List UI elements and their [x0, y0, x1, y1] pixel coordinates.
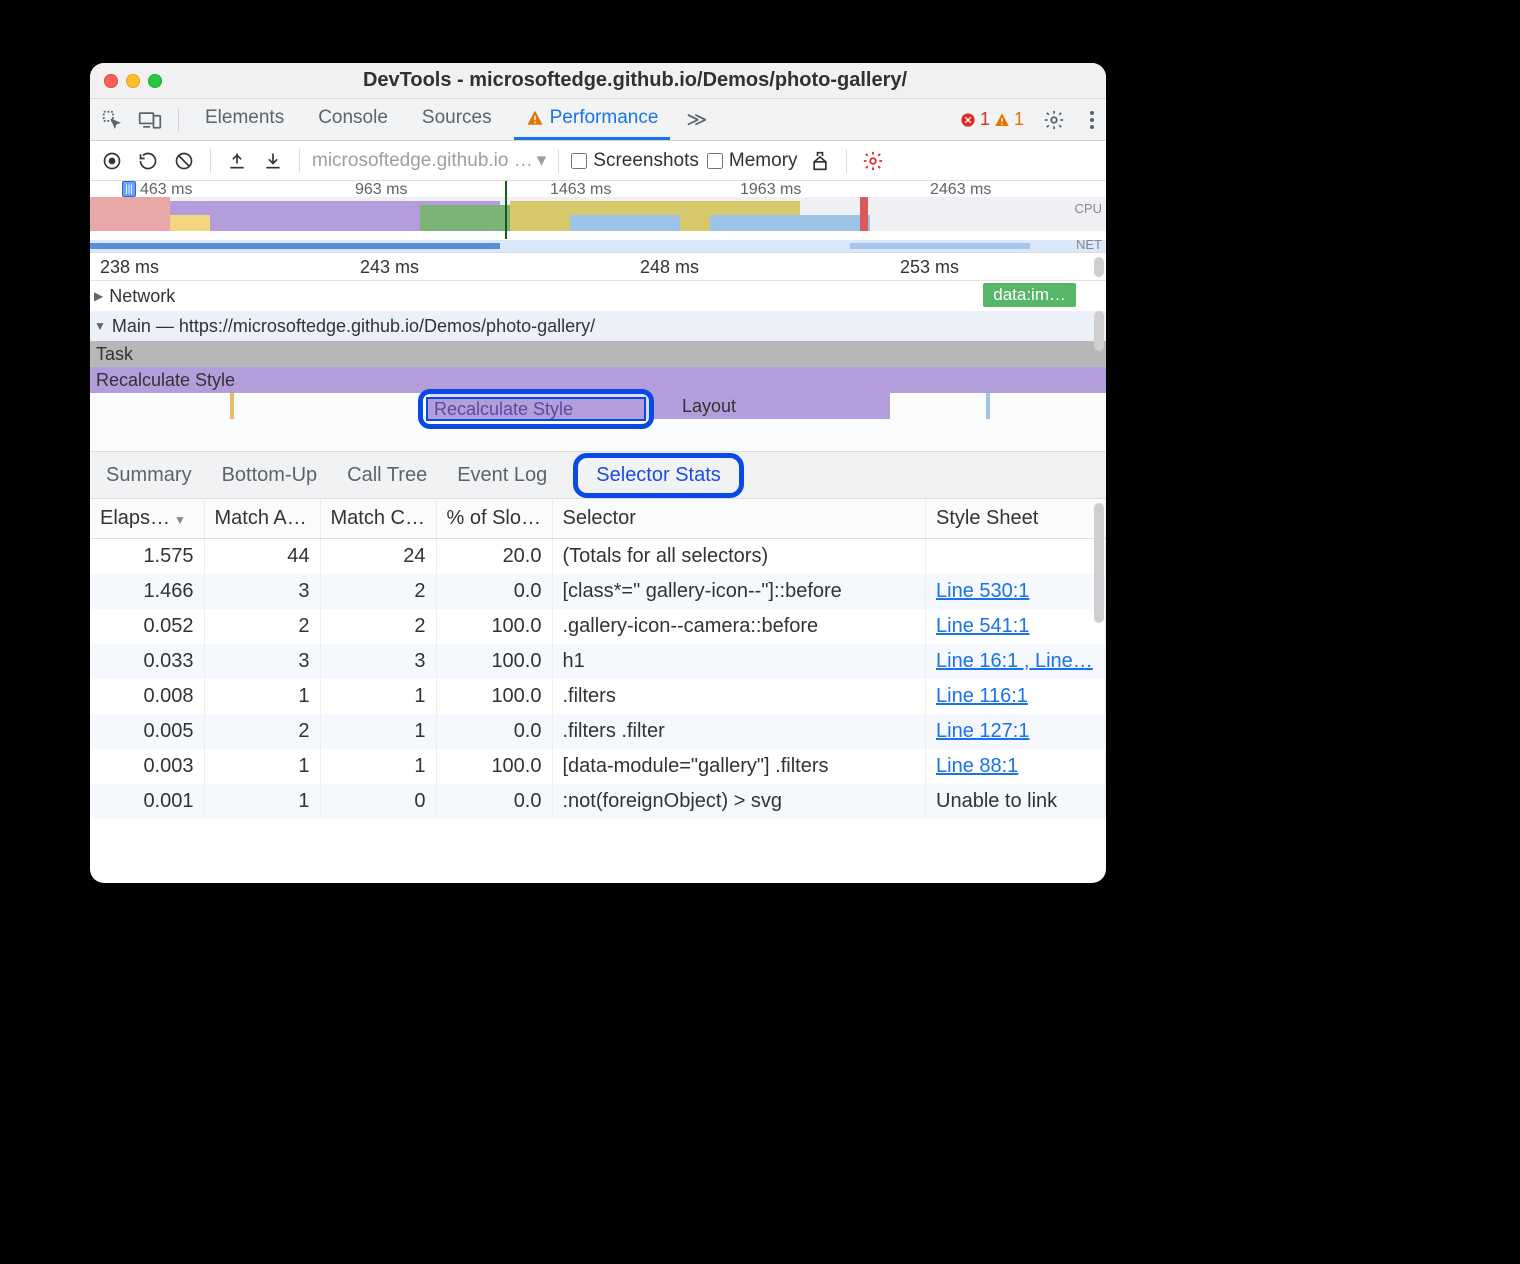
tab-selector-stats[interactable]: Selector Stats [573, 453, 744, 498]
tab-bottom-up[interactable]: Bottom-Up [218, 458, 322, 493]
settings-icon[interactable] [1040, 106, 1068, 134]
stylesheet-link: Line 16:1 , Line… [936, 650, 1093, 672]
net-track [90, 240, 1106, 252]
memory-checkbox[interactable]: Memory [707, 150, 798, 172]
warning-icon [994, 112, 1010, 128]
chevron-down-icon: ▾ [537, 149, 547, 172]
device-toggle-icon[interactable] [136, 106, 164, 134]
time-ruler[interactable]: 238 ms 243 ms 248 ms 253 ms [90, 253, 1106, 281]
timeline-overview[interactable]: 463 ms 963 ms 1463 ms 1963 ms 2463 ms ||… [90, 181, 1106, 253]
table-row[interactable]: 0.001100.0:not(foreignObject) > svgUnabl… [90, 784, 1106, 819]
minimize-icon[interactable] [126, 74, 140, 88]
scrollbar[interactable] [1094, 503, 1104, 623]
flame-chart[interactable]: Network data:im… Main — https://microsof… [90, 281, 1106, 451]
main-track-header[interactable]: Main — https://microsoftedge.github.io/D… [90, 311, 1106, 341]
recording-selector[interactable]: microsoftedge.github.io … ▾ [312, 149, 546, 172]
performance-toolbar: microsoftedge.github.io … ▾ Screenshots … [90, 141, 1106, 181]
close-icon[interactable] [104, 74, 118, 88]
tab-event-log[interactable]: Event Log [453, 458, 551, 493]
highlighted-recalculate-style[interactable]: Recalculate Style [418, 389, 654, 429]
screenshots-checkbox[interactable]: Screenshots [571, 150, 699, 172]
tab-elements[interactable]: Elements [193, 99, 296, 140]
table-row[interactable]: 0.005210.0.filters .filterLine 127:1 [90, 714, 1106, 749]
stylesheet-link: Line 530:1 [936, 580, 1029, 602]
table-row[interactable]: 0.00811100.0.filtersLine 116:1 [90, 679, 1106, 714]
more-tabs-icon[interactable]: ≫ [680, 107, 713, 132]
warning-icon [526, 109, 544, 127]
table-row[interactable]: 0.03333100.0h1Line 16:1 , Line… [90, 644, 1106, 679]
scrollbar[interactable] [1094, 257, 1104, 277]
clear-icon[interactable] [170, 147, 198, 175]
stylesheet-link: Line 116:1 [936, 685, 1028, 707]
tab-console[interactable]: Console [306, 99, 400, 140]
table-row[interactable]: 1.575442420.0(Totals for all selectors) [90, 539, 1106, 575]
network-entry[interactable]: data:im… [983, 283, 1076, 307]
window-titlebar: DevTools - microsoftedge.github.io/Demos… [90, 63, 1106, 99]
maximize-icon[interactable] [148, 74, 162, 88]
kebab-menu-icon[interactable] [1078, 106, 1106, 134]
window-title: DevTools - microsoftedge.github.io/Demos… [178, 69, 1092, 92]
overview-cursor [505, 181, 507, 239]
table-row[interactable]: 0.05222100.0.gallery-icon--camera::befor… [90, 609, 1106, 644]
network-track-header[interactable]: Network data:im… [90, 281, 1106, 311]
tab-sources[interactable]: Sources [410, 99, 504, 140]
devtools-window: DevTools - microsoftedge.github.io/Demos… [90, 63, 1106, 883]
table-row[interactable]: 1.466320.0[class*=" gallery-icon--"]::be… [90, 574, 1106, 609]
col-stylesheet[interactable]: Style Sheet [926, 499, 1106, 539]
col-match-attempts[interactable]: Match A… [204, 499, 320, 539]
inspect-icon[interactable] [98, 106, 126, 134]
stylesheet-link: Line 541:1 [936, 615, 1029, 637]
sort-desc-icon: ▼ [174, 513, 186, 527]
selector-stats-table: Elaps…▼ Match A… Match C… % of Slo… Sele… [90, 499, 1106, 883]
capture-settings-icon[interactable] [859, 147, 887, 175]
col-pct-slow[interactable]: % of Slo… [436, 499, 552, 539]
tab-performance[interactable]: Performance [514, 99, 671, 140]
load-profile-icon[interactable] [223, 147, 251, 175]
save-profile-icon[interactable] [259, 147, 287, 175]
error-icon [960, 112, 976, 128]
col-elapsed[interactable]: Elaps…▼ [90, 499, 204, 539]
issue-badges[interactable]: 1 1 [960, 109, 1024, 130]
table-row[interactable]: 0.00311100.0[data-module="gallery"] .fil… [90, 749, 1106, 784]
tab-call-tree[interactable]: Call Tree [343, 458, 431, 493]
stylesheet-link: Line 127:1 [936, 720, 1029, 742]
flame-task[interactable]: Task [90, 341, 1106, 367]
detail-tabs: Summary Bottom-Up Call Tree Event Log Se… [90, 451, 1106, 499]
col-selector[interactable]: Selector [552, 499, 926, 539]
panel-tabs: Elements Console Sources Performance ≫ 1… [90, 99, 1106, 141]
collect-garbage-icon[interactable] [806, 147, 834, 175]
tab-summary[interactable]: Summary [102, 458, 196, 493]
stylesheet-link: Line 88:1 [936, 755, 1018, 777]
record-icon[interactable] [98, 147, 126, 175]
col-match-count[interactable]: Match C… [320, 499, 436, 539]
overview-handle[interactable]: ||| [122, 181, 136, 197]
scrollbar[interactable] [1094, 311, 1104, 351]
reload-record-icon[interactable] [134, 147, 162, 175]
window-controls [104, 74, 162, 88]
